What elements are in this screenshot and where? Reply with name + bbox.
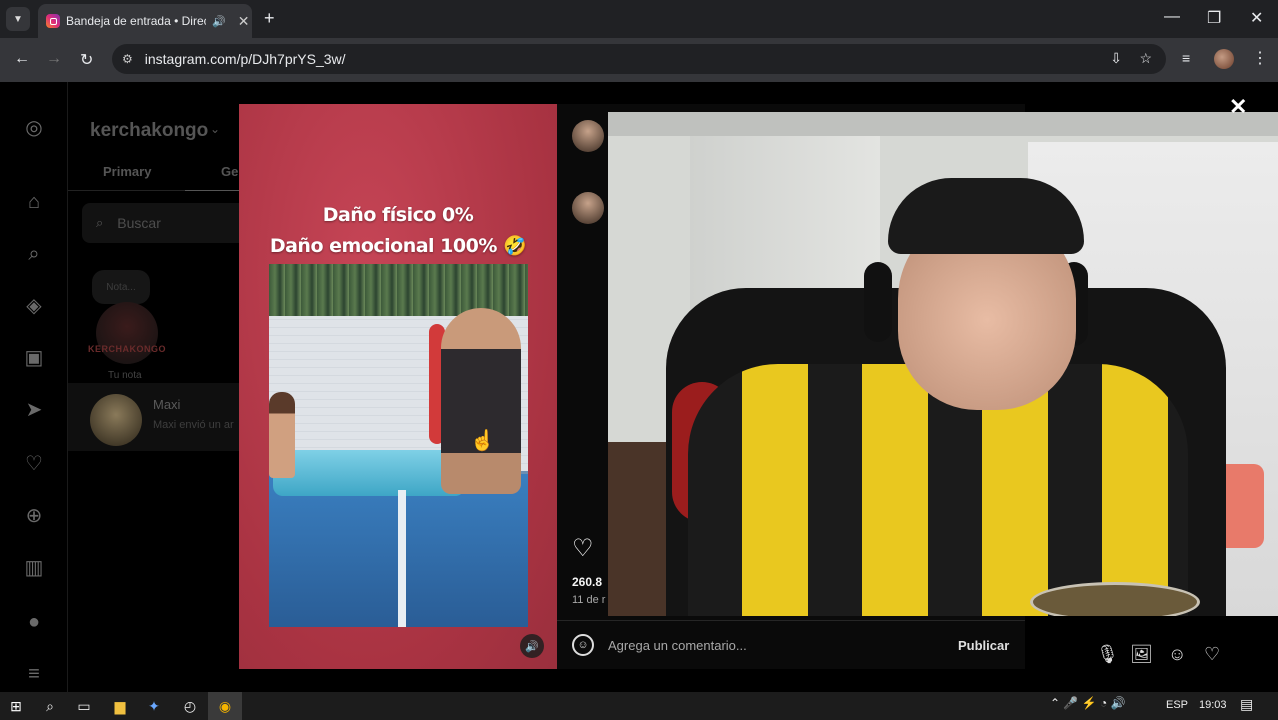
webcam-mate-cup	[1030, 582, 1200, 616]
clock[interactable]: 19:03	[1199, 699, 1227, 711]
video-inflatable	[273, 450, 465, 496]
copilot-icon[interactable]: ✦	[144, 696, 164, 716]
video-pool-pole	[398, 490, 406, 627]
active-tab-underline	[185, 190, 240, 191]
image-icon[interactable]: 🖼	[1130, 644, 1153, 665]
profile-icon[interactable]: ●	[22, 610, 46, 634]
conversation-avatar	[90, 394, 142, 446]
home-icon[interactable]: ⌂	[22, 190, 46, 214]
language-indicator[interactable]: ESP	[1166, 699, 1188, 711]
search-icon[interactable]: ⌕	[22, 242, 46, 266]
task-view-icon[interactable]: ▭	[74, 696, 94, 716]
video-woman	[441, 308, 521, 494]
address-bar[interactable]: ⚙ instagram.com/p/DJh7prYS_3w/ ⇩ ☆	[112, 44, 1166, 74]
like-heart-icon[interactable]: ♡	[572, 534, 594, 563]
video-kid	[269, 392, 295, 478]
caption-line-1: Daño físico 0%	[322, 204, 474, 226]
instagram-sidebar: ◎ ⌂ ⌕ ◈ ▣ ➤ ♡ ⊕ ▥ ● ≡	[0, 82, 68, 692]
webcam-person-cap	[888, 178, 1084, 254]
reload-icon[interactable]: ↻	[80, 50, 93, 70]
publish-button[interactable]: Publicar	[958, 638, 1009, 653]
caption-line-2: Daño emocional 100% 🤣	[269, 235, 527, 257]
chevron-down-icon[interactable]: ⌄	[210, 122, 220, 136]
windows-start-icon[interactable]: ⊞	[6, 696, 26, 716]
emoji-icon[interactable]: ☺	[572, 634, 594, 656]
hand-cursor-icon: ☝	[470, 430, 495, 452]
app-icon[interactable]: ◴	[180, 696, 200, 716]
tab-close-icon[interactable]: ✕	[238, 13, 250, 30]
taskbar-search-icon[interactable]: ⌕	[40, 696, 60, 716]
conversation-preview: Maxi envió un ar	[153, 419, 234, 431]
tab-search-dropdown-button[interactable]: ▼	[6, 7, 30, 31]
window-close-icon[interactable]: ✕	[1250, 8, 1263, 28]
conversation-name: Maxi	[153, 397, 181, 412]
install-app-icon[interactable]: ⇩	[1110, 50, 1122, 67]
tab-primary[interactable]: Primary	[103, 164, 151, 179]
webcam-ceiling	[608, 112, 1278, 136]
dashboard-icon[interactable]: ▥	[22, 556, 46, 580]
webcam-cabinet	[608, 442, 672, 616]
search-placeholder: Buscar	[117, 215, 161, 231]
sticker-icon[interactable]: ☺	[1168, 644, 1186, 665]
reels-icon[interactable]: ▣	[22, 346, 46, 370]
browser-tab-active[interactable]: Bandeja de entrada • Direct 🔊 ✕	[38, 4, 252, 38]
comment-bar: ☺ Agrega un comentario... Publicar	[557, 620, 1025, 669]
close-modal-icon[interactable]: ✕	[1229, 94, 1247, 120]
post-date: 11 de r	[572, 594, 606, 606]
forward-icon[interactable]: →	[46, 50, 62, 68]
note-bubble[interactable]: Nota...	[92, 270, 150, 304]
profile-avatar[interactable]	[1214, 49, 1234, 69]
post-author-avatar[interactable]	[572, 120, 604, 152]
tab-title: Bandeja de entrada • Direct	[66, 14, 206, 28]
new-tab-button[interactable]: +	[264, 8, 275, 29]
system-tray-icons[interactable]: ⌃ 🎤 ⚡ ◔ 🔊	[1050, 696, 1125, 710]
bookmark-star-icon[interactable]: ☆	[1139, 50, 1152, 67]
media-controls-icon[interactable]: ≡	[1182, 50, 1190, 66]
post-media[interactable]: Daño físico 0% Daño emocional 100% 🤣	[239, 104, 557, 669]
minimize-icon[interactable]: —	[1164, 8, 1180, 26]
comment-input[interactable]: Agrega un comentario...	[608, 638, 938, 653]
url-text[interactable]: instagram.com/p/DJh7prYS_3w/	[145, 51, 346, 67]
audio-toggle-icon[interactable]: 🔊	[520, 634, 544, 658]
restore-icon[interactable]: ❐	[1207, 8, 1221, 28]
webcam-headset-left	[864, 262, 892, 342]
search-input[interactable]: ⌕ Buscar	[82, 203, 240, 243]
heart-icon[interactable]: ♡	[1204, 644, 1220, 665]
notifications-icon[interactable]: ▤	[1240, 696, 1253, 713]
notifications-heart-icon[interactable]: ♡	[22, 452, 46, 476]
note-label: Tu nota	[108, 370, 142, 381]
explore-icon[interactable]: ◈	[22, 294, 46, 318]
avatar-logo-text: KERCHAKONGO	[88, 344, 167, 354]
post-caption-overlay: Daño físico 0% Daño emocional 100% 🤣	[239, 200, 557, 262]
instagram-logo-icon[interactable]: ◎	[22, 116, 46, 140]
back-icon[interactable]: ←	[14, 50, 30, 68]
browser-menu-icon[interactable]: ⋮	[1252, 48, 1268, 68]
file-explorer-icon[interactable]: ▆	[110, 696, 130, 716]
note-avatar[interactable]: KERCHAKONGO	[88, 302, 166, 364]
instagram-favicon-icon	[46, 14, 60, 28]
messages-icon[interactable]: ➤	[22, 398, 46, 422]
account-username[interactable]: kerchakongo	[90, 120, 208, 142]
comment-avatar[interactable]	[572, 192, 604, 224]
webcam-overlay	[608, 112, 1278, 616]
create-icon[interactable]: ⊕	[22, 504, 46, 528]
more-menu-icon[interactable]: ≡	[22, 662, 46, 686]
site-info-icon[interactable]: ⚙	[122, 52, 133, 66]
like-count[interactable]: 260.8	[572, 575, 602, 589]
microphone-icon[interactable]: 🎙	[1096, 644, 1119, 665]
tab-general[interactable]: Ge	[221, 164, 238, 179]
chrome-icon[interactable]: ◉	[215, 696, 235, 716]
tab-audio-icon[interactable]: 🔊	[212, 15, 226, 28]
webcam-person-shirt	[688, 364, 1188, 616]
search-icon: ⌕	[96, 215, 104, 230]
